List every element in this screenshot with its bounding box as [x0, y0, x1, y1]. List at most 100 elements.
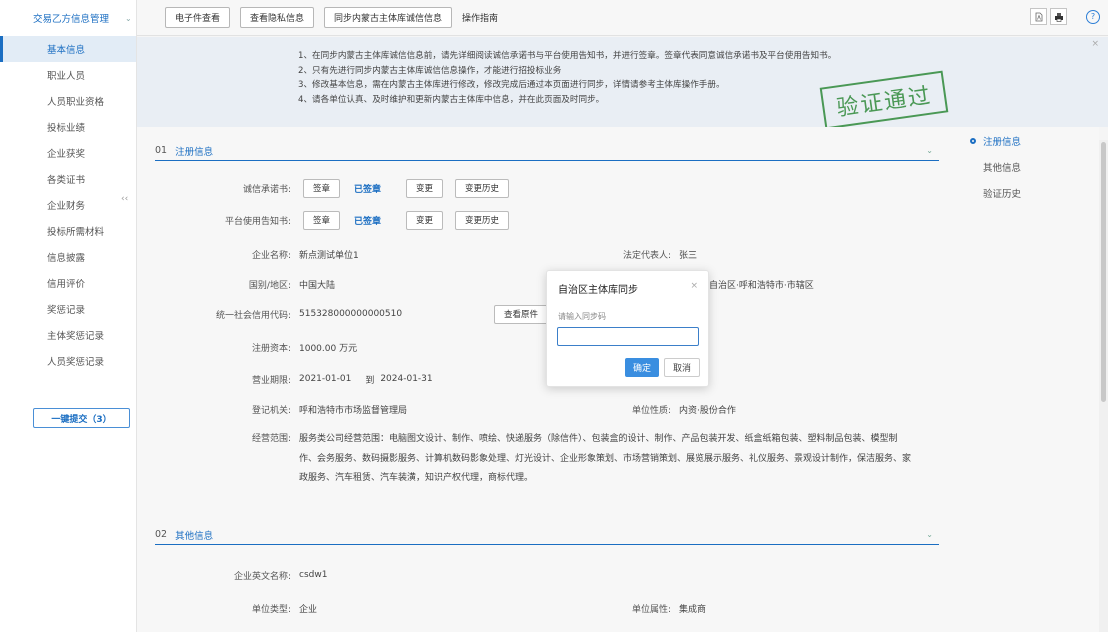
sidebar-item-label: 基本信息 — [47, 45, 86, 56]
capital-value: 1000.00 万元 — [299, 343, 358, 354]
field-label: 国别/地区: — [248, 280, 291, 291]
field-label: 单位类型: — [251, 604, 291, 615]
unit-type-row: 单位类型: 企业 — [137, 598, 317, 618]
notice-line: 1、在同步内蒙古主体库诚信信息前，请先详细阅读诚信承诺书与平台使用告知书，并进行… — [298, 51, 837, 61]
sidebar-item-credit-rating[interactable]: 信用评价 — [0, 270, 136, 296]
legal-rep-row: 法定代表人: 张三 — [517, 244, 697, 264]
anchor-registration[interactable]: 注册信息 — [958, 128, 1088, 154]
company-name-row: 企业名称: 新点测试单位1 — [137, 244, 359, 264]
toolbar: 电子件查看 查看隐私信息 同步内蒙古主体库诚信信息 操作指南 ? — [137, 0, 1108, 36]
sign-notice-button[interactable]: 签章 — [303, 210, 341, 230]
notice-history-button[interactable]: 变更历史 — [455, 210, 510, 230]
anchor-label: 其他信息 — [983, 163, 1022, 174]
change-pledge-button[interactable]: 变更 — [406, 178, 444, 198]
country-row: 国别/地区: 中国大陆 — [137, 274, 335, 294]
sidebar-item-certificates[interactable]: 各类证书 — [0, 166, 136, 192]
sidebar-item-performance[interactable]: 投标业绩 — [0, 114, 136, 140]
field-label: 经营范围: — [251, 434, 291, 444]
sidebar-item-bid-materials[interactable]: 投标所需材料 — [0, 218, 136, 244]
scope-line: 作、会务服务、数码摄影服务、计算机数码影象处理、灯光设计、企业形象策划、市场营销… — [299, 453, 912, 464]
sidebar-item-qualifications[interactable]: 人员职业资格 — [0, 88, 136, 114]
sidebar-item-label: 各类证书 — [47, 175, 86, 186]
field-label: 企业英文名称: — [233, 571, 291, 582]
chevron-down-icon[interactable]: ⌄ — [926, 146, 933, 155]
company-name-value: 新点测试单位1 — [299, 250, 359, 261]
sidebar-item-staff-rewards[interactable]: 人员奖惩记录 — [0, 348, 136, 374]
notice-line: 4、请各单位认真、及时维护和更新内蒙古主体库中信息，并在此页面及时同步。 — [298, 94, 605, 105]
sign-pledge-button[interactable]: 签章 — [303, 178, 341, 198]
pledge-row: 诚信承诺书: 签章 已签章 变更 变更历史 — [137, 178, 510, 198]
chevron-down-icon[interactable]: ⌄ — [125, 14, 132, 23]
close-icon[interactable]: × — [1091, 39, 1099, 49]
field-label: 单位属性: — [631, 604, 671, 615]
anchor-label: 验证历史 — [983, 189, 1022, 200]
nature-row: 单位性质: 内资·股份合作 — [517, 399, 736, 419]
active-dot-icon — [970, 138, 976, 144]
scope-row: 经营范围: 服务类公司经营范围：电脑图文设计、制作、喷绘、快递服务（除信件）、包… — [137, 430, 949, 489]
signed-status: 已签章 — [354, 216, 382, 227]
scope-line: 服务类公司经营范围：电脑图文设计、制作、喷绘、快递服务（除信件）、包装盒的设计、… — [299, 434, 898, 444]
scrollbar[interactable] — [1099, 140, 1108, 632]
cancel-button[interactable]: 取消 — [664, 358, 700, 377]
region-value: 自治区·呼和浩特市·市辖区 — [709, 280, 814, 291]
notice-panel: 1、在同步内蒙古主体库诚信信息前，请先详细阅读诚信承诺书与平台使用告知书，并进行… — [137, 37, 1108, 127]
sync-credit-info-button[interactable]: 同步内蒙古主体库诚信信息 — [324, 7, 453, 28]
sidebar-item-awards[interactable]: 企业获奖 — [0, 140, 136, 166]
close-icon[interactable]: × — [690, 281, 698, 291]
sidebar: 交易乙方信息管理 ⌄ 基本信息 职业人员 人员职业资格 投标业绩 企业获奖 各类… — [0, 0, 137, 632]
authority-row: 登记机关: 呼和浩特市市场监督管理局 — [137, 399, 407, 419]
pdf-icon[interactable] — [1030, 8, 1047, 25]
sync-code-input[interactable] — [557, 327, 699, 346]
sidebar-item-basic-info[interactable]: 基本信息 — [0, 36, 136, 62]
sidebar-item-finance[interactable]: 企业财务 — [0, 192, 136, 218]
one-click-submit-button[interactable]: 一键提交（3） — [33, 408, 130, 428]
field-label: 企业名称: — [251, 250, 291, 261]
scope-line: 政服务、汽车租赁、汽车装潢，知识产权代理，商标代理。 — [299, 473, 534, 483]
field-label: 诚信承诺书: — [242, 184, 291, 195]
section-registration-header[interactable]: 01 注册信息 ⌄ — [155, 141, 939, 161]
credit-code-row: 统一社会信用代码: 515328000000000510 — [137, 304, 402, 324]
notice-lines: 1、在同步内蒙古主体库诚信信息前，请先详细阅读诚信承诺书与平台使用告知书，并进行… — [298, 49, 836, 107]
view-documents-button[interactable]: 电子件查看 — [165, 7, 231, 28]
sidebar-item-staff[interactable]: 职业人员 — [0, 62, 136, 88]
anchor-other-info[interactable]: 其他信息 — [958, 154, 1088, 180]
sync-dialog: 自治区主体库同步 × 请输入同步码 确定 取消 — [546, 270, 709, 387]
sidebar-item-disclosure[interactable]: 信息披露 — [0, 244, 136, 270]
collapse-sidebar-icon[interactable]: ‹‹ — [121, 194, 128, 204]
field-label: 统一社会信用代码: — [215, 310, 291, 321]
english-name-value: csdw1 — [299, 570, 328, 580]
sidebar-item-label: 奖惩记录 — [47, 305, 86, 316]
sidebar-item-label: 投标业绩 — [47, 123, 86, 134]
sidebar-item-rewards-penalties[interactable]: 奖惩记录 — [0, 296, 136, 322]
section-other-header[interactable]: 02 其他信息 ⌄ — [155, 525, 939, 545]
print-icon[interactable] — [1050, 8, 1067, 25]
sidebar-item-label: 投标所需材料 — [47, 227, 105, 238]
change-notice-button[interactable]: 变更 — [406, 210, 444, 230]
scrollbar-thumb[interactable] — [1101, 142, 1106, 402]
confirm-button[interactable]: 确定 — [625, 358, 659, 377]
capital-row: 注册资本: 1000.00 万元 — [137, 337, 357, 357]
sidebar-group-label: 交易乙方信息管理 — [33, 14, 110, 25]
field-label: 营业期限: — [251, 375, 291, 386]
period-row: 营业期限: 2021-01-01 到 2024-01-31 — [137, 369, 433, 389]
notice-line: 3、修改基本信息，需在内蒙古主体库进行修改，修改完成后通过本页面进行同步，详情请… — [298, 80, 725, 90]
field-label: 平台使用告知书: — [224, 216, 291, 227]
sidebar-item-entity-rewards[interactable]: 主体奖惩记录 — [0, 322, 136, 348]
field-label: 法定代表人: — [622, 250, 671, 261]
authority-value: 呼和浩特市市场监督管理局 — [299, 405, 408, 416]
sidebar-item-label: 企业财务 — [47, 201, 86, 212]
unit-attr-value: 集成商 — [679, 604, 707, 615]
period-start: 2021-01-01 — [299, 374, 352, 384]
chevron-down-icon[interactable]: ⌄ — [926, 530, 933, 539]
sidebar-group-header[interactable]: 交易乙方信息管理 ⌄ — [0, 0, 136, 36]
unit-type-value: 企业 — [299, 604, 318, 615]
anchor-verify-history[interactable]: 验证历史 — [958, 180, 1088, 206]
period-separator: 到 — [365, 375, 375, 386]
view-private-info-button[interactable]: 查看隐私信息 — [240, 7, 315, 28]
pledge-history-button[interactable]: 变更历史 — [455, 178, 510, 198]
view-original-button[interactable]: 查看原件 — [494, 304, 549, 324]
unit-attr-row: 单位属性: 集成商 — [517, 598, 706, 618]
operation-guide-link[interactable]: 操作指南 — [462, 11, 498, 24]
help-icon[interactable]: ? — [1086, 9, 1100, 24]
field-label: 注册资本: — [251, 343, 291, 354]
